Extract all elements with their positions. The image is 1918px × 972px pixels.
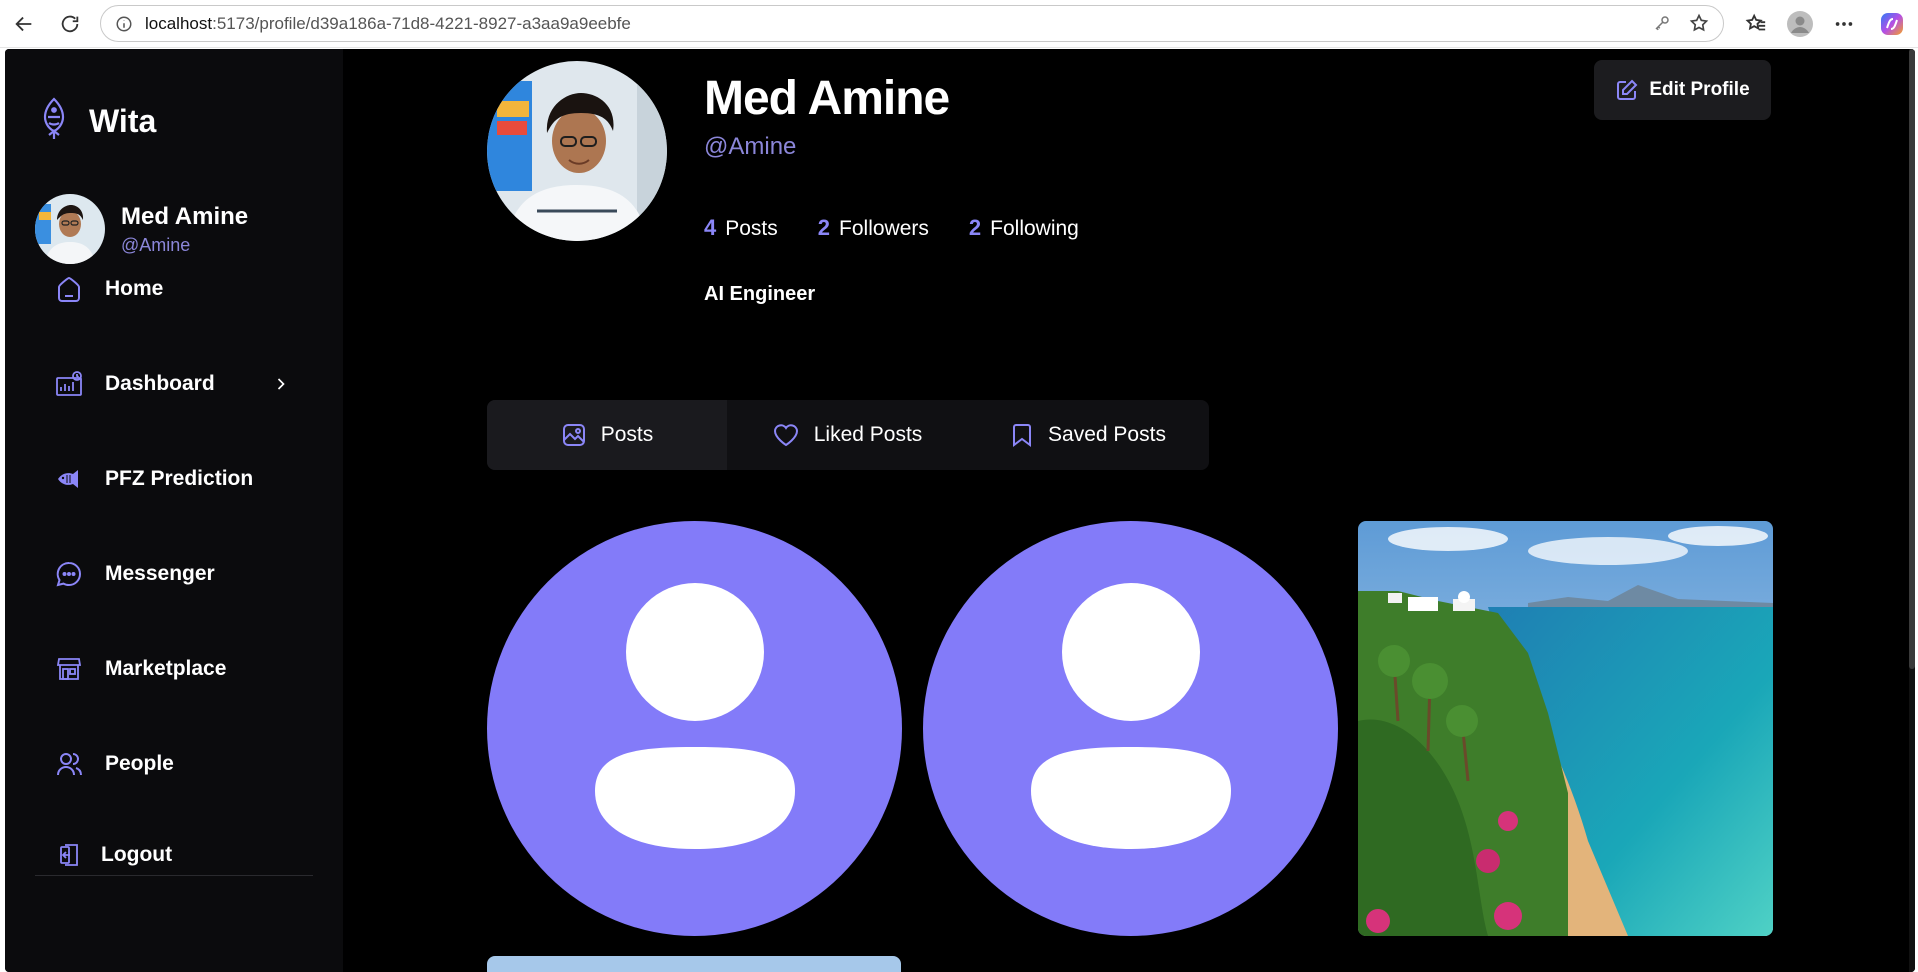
- stat-posts[interactable]: 4 Posts: [704, 215, 778, 241]
- more-icon[interactable]: [1830, 10, 1858, 38]
- user-placeholder-icon: [923, 583, 1338, 936]
- sidebar-item-label: People: [105, 752, 174, 775]
- back-button[interactable]: [8, 8, 40, 40]
- dashboard-icon: [53, 368, 85, 400]
- url-path: :5173/profile/d39a186a-71d8-4221-8927-a3…: [212, 13, 631, 33]
- address-bar[interactable]: localhost:5173/profile/d39a186a-71d8-422…: [100, 5, 1724, 42]
- fish-logo-icon: [39, 97, 69, 146]
- home-icon: [53, 273, 85, 305]
- post-thumbnail[interactable]: [487, 521, 902, 936]
- tab-label: Saved Posts: [1048, 423, 1166, 446]
- tab-saved-posts[interactable]: Saved Posts: [967, 400, 1209, 470]
- chat-bubble-icon: [53, 558, 85, 590]
- brand-name: Wita: [89, 103, 157, 139]
- browser-toolbar: localhost:5173/profile/d39a186a-71d8-422…: [0, 0, 1918, 48]
- key-icon[interactable]: [1653, 14, 1671, 37]
- logout-icon: [53, 839, 85, 871]
- sidebar-item-home[interactable]: Home: [53, 265, 313, 313]
- reload-button[interactable]: [54, 8, 86, 40]
- star-icon[interactable]: [1689, 13, 1709, 38]
- sidebar-item-messenger[interactable]: Messenger: [53, 550, 313, 598]
- fish-icon: [53, 463, 85, 495]
- heart-icon: [772, 422, 800, 448]
- stat-following[interactable]: 2 Following: [969, 215, 1079, 241]
- profile-name: Med Amine: [704, 72, 950, 125]
- site-info-icon[interactable]: [115, 15, 133, 33]
- sidebar-item-label: Dashboard: [105, 372, 215, 395]
- edit-icon: [1615, 78, 1639, 102]
- brand[interactable]: Wita: [39, 97, 156, 146]
- stat-label: Posts: [725, 217, 778, 240]
- current-user-card[interactable]: Med Amine @Amine: [35, 194, 248, 264]
- sidebar-item-label: PFZ Prediction: [105, 467, 254, 490]
- avatar[interactable]: [35, 194, 105, 264]
- stat-followers[interactable]: 2 Followers: [818, 215, 929, 241]
- scrollbar-thumb[interactable]: [1909, 49, 1915, 669]
- logout-label: Logout: [101, 843, 173, 866]
- post-thumbnail-photo[interactable]: [1358, 521, 1773, 936]
- sidebar: Wita Med Amine @Amine Home Dashboard PFZ…: [5, 49, 343, 972]
- sidebar-item-label: Marketplace: [105, 657, 227, 680]
- store-icon: [53, 653, 85, 685]
- user-placeholder-icon: [487, 583, 902, 936]
- sidebar-item-people[interactable]: People: [53, 740, 313, 788]
- url-host: localhost: [145, 13, 213, 33]
- people-icon: [53, 748, 85, 780]
- post-thumbnail[interactable]: [487, 956, 901, 972]
- edit-profile-button[interactable]: Edit Profile: [1594, 60, 1771, 120]
- profile-tabs: Posts Liked Posts Saved Posts: [487, 400, 1209, 470]
- tab-label: Liked Posts: [813, 423, 923, 446]
- favorites-icon[interactable]: [1742, 10, 1770, 38]
- chevron-right-icon: [271, 374, 291, 399]
- scrollbar[interactable]: [1909, 49, 1915, 972]
- post-thumbnail[interactable]: [923, 521, 1338, 936]
- sidebar-divider: [35, 875, 313, 876]
- profile-avatar-icon[interactable]: [1786, 10, 1814, 38]
- current-user-handle: @Amine: [121, 234, 191, 255]
- stat-count: 2: [968, 215, 982, 240]
- sidebar-item-pfz-prediction[interactable]: PFZ Prediction: [53, 455, 313, 503]
- sidebar-item-label: Home: [105, 277, 164, 300]
- edit-profile-label: Edit Profile: [1649, 79, 1750, 100]
- profile-stats: 4 Posts 2 Followers 2 Following: [704, 215, 1119, 241]
- sidebar-item-marketplace[interactable]: Marketplace: [53, 645, 313, 693]
- sidebar-item-dashboard[interactable]: Dashboard: [53, 360, 313, 408]
- image-icon: [561, 422, 587, 448]
- app-window: Wita Med Amine @Amine Home Dashboard PFZ…: [5, 49, 1915, 972]
- tab-liked-posts[interactable]: Liked Posts: [727, 400, 967, 470]
- stat-count: 2: [817, 215, 831, 240]
- logout-button[interactable]: Logout: [53, 831, 313, 879]
- stat-label: Following: [990, 217, 1079, 240]
- sidebar-item-label: Messenger: [105, 562, 215, 585]
- profile-main: Med Amine @Amine 4 Posts 2 Followers 2 F…: [343, 49, 1915, 972]
- profile-handle: @Amine: [704, 133, 797, 160]
- profile-avatar[interactable]: [487, 61, 667, 241]
- tab-label: Posts: [600, 423, 654, 446]
- profile-bio: AI Engineer: [704, 283, 816, 305]
- copilot-icon[interactable]: [1878, 10, 1906, 38]
- current-user-name: Med Amine: [121, 202, 249, 230]
- tab-posts[interactable]: Posts: [487, 400, 727, 470]
- stat-label: Followers: [839, 217, 929, 240]
- stat-count: 4: [704, 215, 717, 240]
- bookmark-icon: [1010, 422, 1034, 448]
